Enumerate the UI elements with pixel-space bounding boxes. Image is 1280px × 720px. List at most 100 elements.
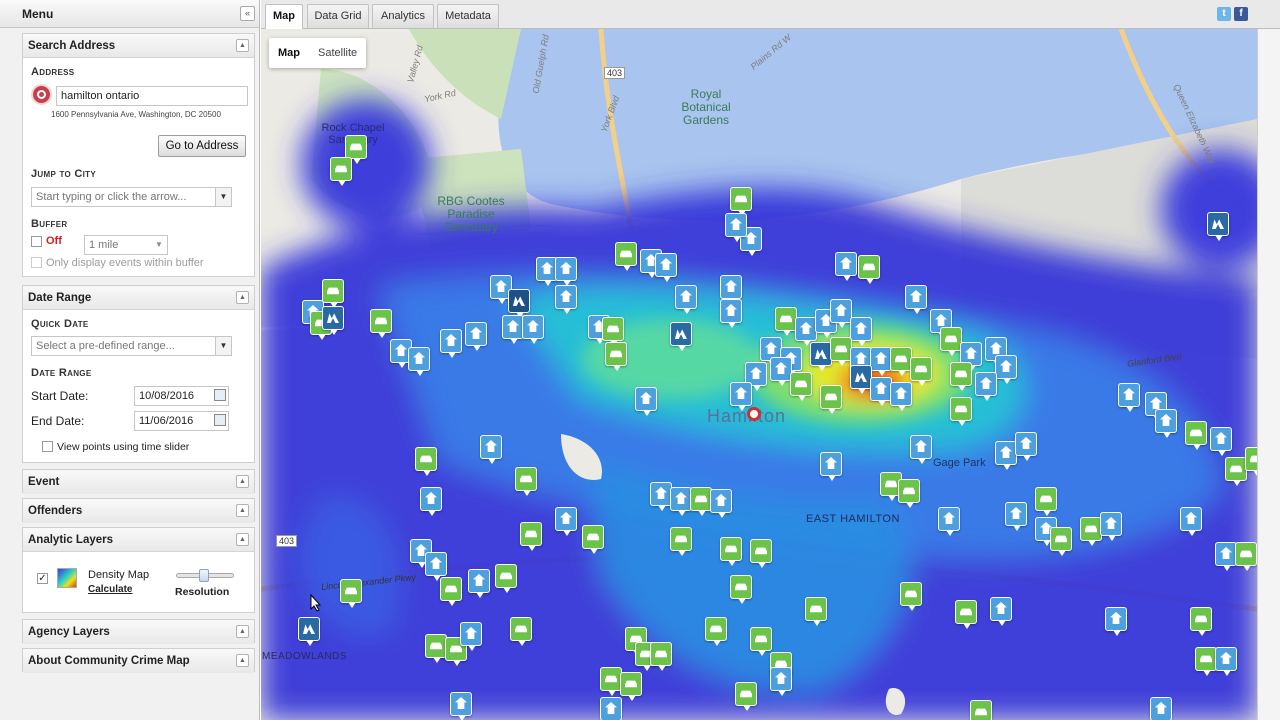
vehicle-incident-marker[interactable] (735, 682, 757, 711)
theft-incident-marker[interactable] (1015, 432, 1037, 461)
map-type-map-button[interactable]: Map (269, 38, 309, 68)
quick-date-combo[interactable]: Select a pre-defined range... ▼ (31, 336, 232, 356)
vehicle-incident-marker[interactable] (520, 522, 542, 551)
vehicle-incident-marker[interactable] (605, 342, 627, 371)
theft-incident-marker[interactable] (830, 299, 852, 328)
theft-incident-marker[interactable] (795, 317, 817, 346)
vehicle-incident-marker[interactable] (330, 157, 352, 186)
vehicle-incident-marker[interactable] (910, 357, 932, 386)
theft-incident-marker[interactable] (468, 569, 490, 598)
theft-incident-marker[interactable] (522, 315, 544, 344)
tab-metadata[interactable]: Metadata (437, 4, 499, 28)
map-type-satellite-button[interactable]: Satellite (309, 38, 366, 68)
theft-incident-marker[interactable] (725, 213, 747, 242)
vehicle-incident-marker[interactable] (775, 307, 797, 336)
tab-map[interactable]: Map (265, 4, 303, 29)
vehicle-incident-marker[interactable] (425, 634, 447, 663)
theft-incident-marker[interactable] (650, 482, 672, 511)
resolution-slider-track[interactable] (176, 569, 234, 582)
theft-incident-marker[interactable] (1150, 697, 1172, 720)
theft-incident-marker[interactable] (995, 355, 1017, 384)
vehicle-incident-marker[interactable] (970, 700, 992, 720)
theft-incident-marker[interactable] (995, 441, 1017, 470)
search-location-pin-icon[interactable] (747, 407, 761, 421)
expand-icon[interactable]: ▲ (236, 654, 249, 667)
vehicle-incident-marker[interactable] (1050, 527, 1072, 556)
assault-incident-marker[interactable] (322, 306, 344, 335)
theft-incident-marker[interactable] (938, 507, 960, 536)
vehicle-incident-marker[interactable] (650, 642, 672, 671)
theft-incident-marker[interactable] (1100, 512, 1122, 541)
theft-incident-marker[interactable] (1155, 409, 1177, 438)
vehicle-incident-marker[interactable] (510, 617, 532, 646)
theft-incident-marker[interactable] (555, 257, 577, 286)
theft-incident-marker[interactable] (670, 487, 692, 516)
resolution-slider-handle[interactable] (199, 569, 209, 582)
tab-data-grid[interactable]: Data Grid (307, 4, 369, 28)
expand-icon[interactable]: ▲ (236, 475, 249, 488)
vehicle-incident-marker[interactable] (790, 372, 812, 401)
facebook-icon[interactable]: f (1234, 7, 1248, 21)
vehicle-incident-marker[interactable] (820, 385, 842, 414)
about-header[interactable]: About Community Crime Map ▲ (23, 649, 254, 673)
theft-incident-marker[interactable] (720, 275, 742, 304)
vehicle-incident-marker[interactable] (515, 467, 537, 496)
vehicle-incident-marker[interactable] (858, 255, 880, 284)
search-address-header[interactable]: Search Address ▲ (23, 34, 254, 58)
theft-incident-marker[interactable] (555, 285, 577, 314)
theft-incident-marker[interactable] (440, 329, 462, 358)
vehicle-incident-marker[interactable] (830, 337, 852, 366)
map-canvas[interactable]: Royal Botanical Gardens RBG Cootes Parad… (261, 29, 1257, 720)
theft-incident-marker[interactable] (990, 597, 1012, 626)
theft-incident-marker[interactable] (870, 347, 892, 376)
theft-incident-marker[interactable] (1180, 507, 1202, 536)
theft-incident-marker[interactable] (890, 382, 912, 411)
theft-incident-marker[interactable] (770, 667, 792, 696)
vehicle-incident-marker[interactable] (370, 309, 392, 338)
chevron-down-icon[interactable]: ▼ (151, 236, 167, 254)
theft-incident-marker[interactable] (425, 552, 447, 581)
assault-incident-marker[interactable] (298, 617, 320, 646)
theft-incident-marker[interactable] (635, 387, 657, 416)
theft-incident-marker[interactable] (655, 253, 677, 282)
assault-incident-marker[interactable] (810, 342, 832, 371)
buffer-distance-combo[interactable]: 1 mile ▼ (84, 235, 168, 255)
vehicle-incident-marker[interactable] (898, 479, 920, 508)
vehicle-incident-marker[interactable] (1235, 542, 1257, 571)
vehicle-incident-marker[interactable] (1225, 457, 1247, 486)
vehicle-incident-marker[interactable] (750, 539, 772, 568)
vehicle-incident-marker[interactable] (1245, 447, 1257, 476)
vehicle-incident-marker[interactable] (345, 135, 367, 164)
analytic-layers-header[interactable]: Analytic Layers ▲ (23, 528, 254, 552)
theft-incident-marker[interactable] (770, 357, 792, 386)
chevron-down-icon[interactable]: ▼ (215, 188, 231, 206)
vehicle-incident-marker[interactable] (440, 577, 462, 606)
vehicle-incident-marker[interactable] (602, 317, 624, 346)
vehicle-incident-marker[interactable] (495, 564, 517, 593)
vehicle-incident-marker[interactable] (600, 667, 622, 696)
theft-incident-marker[interactable] (460, 622, 482, 651)
theft-incident-marker[interactable] (420, 487, 442, 516)
start-date-input[interactable]: 10/08/2016 (134, 386, 229, 406)
theft-incident-marker[interactable] (1105, 607, 1127, 636)
buffer-checkbox[interactable] (31, 236, 42, 247)
theft-incident-marker[interactable] (600, 697, 622, 720)
theft-incident-marker[interactable] (675, 285, 697, 314)
vehicle-incident-marker[interactable] (890, 347, 912, 376)
theft-incident-marker[interactable] (555, 507, 577, 536)
date-range-header[interactable]: Date Range ▲ (23, 286, 254, 310)
jump-to-city-combo[interactable]: Start typing or click the arrow... ▼ (31, 187, 232, 207)
theft-incident-marker[interactable] (1210, 427, 1232, 456)
twitter-icon[interactable]: t (1217, 7, 1231, 21)
tab-analytics[interactable]: Analytics (372, 4, 434, 28)
end-date-input[interactable]: 11/06/2016 (134, 411, 229, 431)
vehicle-incident-marker[interactable] (1195, 647, 1217, 676)
vehicle-incident-marker[interactable] (690, 487, 712, 516)
vehicle-incident-marker[interactable] (670, 527, 692, 556)
vehicle-incident-marker[interactable] (1190, 607, 1212, 636)
collapse-up-icon[interactable]: ▲ (236, 291, 249, 304)
vehicle-incident-marker[interactable] (415, 447, 437, 476)
theft-incident-marker[interactable] (975, 372, 997, 401)
assault-incident-marker[interactable] (670, 322, 692, 351)
vehicle-incident-marker[interactable] (940, 327, 962, 356)
